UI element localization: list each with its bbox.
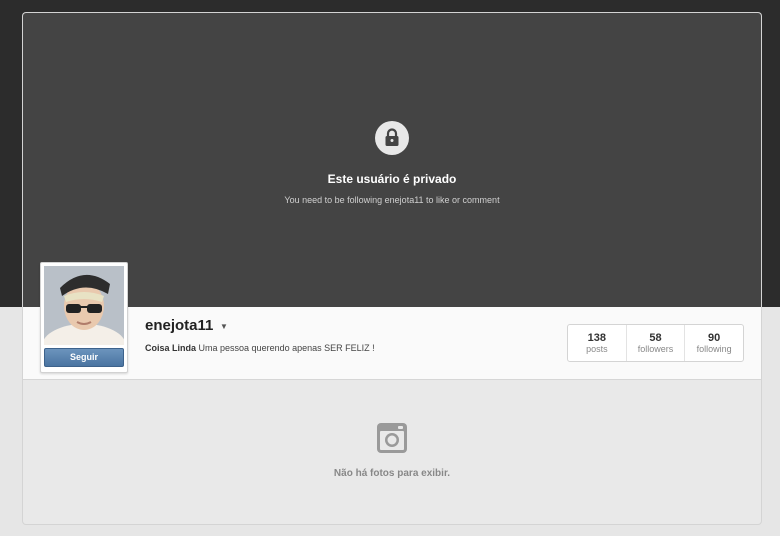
stat-label: following (696, 344, 732, 354)
bio-text: Uma pessoa querendo apenas SER FELIZ ! (198, 343, 375, 353)
stat-value: 58 (649, 332, 662, 344)
stat-followers[interactable]: 58 followers (625, 325, 685, 361)
empty-state-message: Não há fotos para exibir. (333, 468, 451, 479)
bio-name: Coisa Linda (145, 343, 197, 353)
profile-username: enejota11 (145, 317, 214, 334)
stat-value: 138 (587, 332, 607, 344)
stat-value: 90 (708, 332, 721, 344)
avatar[interactable]: Seguir (40, 262, 128, 373)
private-title: Este usuário é privado (327, 172, 457, 186)
stat-following[interactable]: 90 following (684, 325, 743, 361)
stat-label: followers (637, 344, 674, 354)
private-banner: Este usuário é privado You need to be fo… (23, 13, 761, 307)
stat-label: posts (586, 344, 608, 354)
avatar-photo (44, 266, 124, 345)
profile-bio: Coisa Linda Uma pessoa querendo apenas S… (145, 343, 375, 353)
follow-button[interactable]: Seguir (44, 348, 124, 367)
private-subtitle: You need to be following enejota11 to li… (284, 195, 500, 205)
chevron-down-icon[interactable]: ▼ (220, 322, 228, 331)
lock-icon (375, 121, 409, 155)
camera-icon (376, 422, 408, 459)
profile-card: Este usuário é privado You need to be fo… (23, 13, 761, 524)
profile-stats: 138 posts 58 followers 90 following (567, 324, 744, 362)
stat-posts[interactable]: 138 posts (568, 325, 626, 361)
